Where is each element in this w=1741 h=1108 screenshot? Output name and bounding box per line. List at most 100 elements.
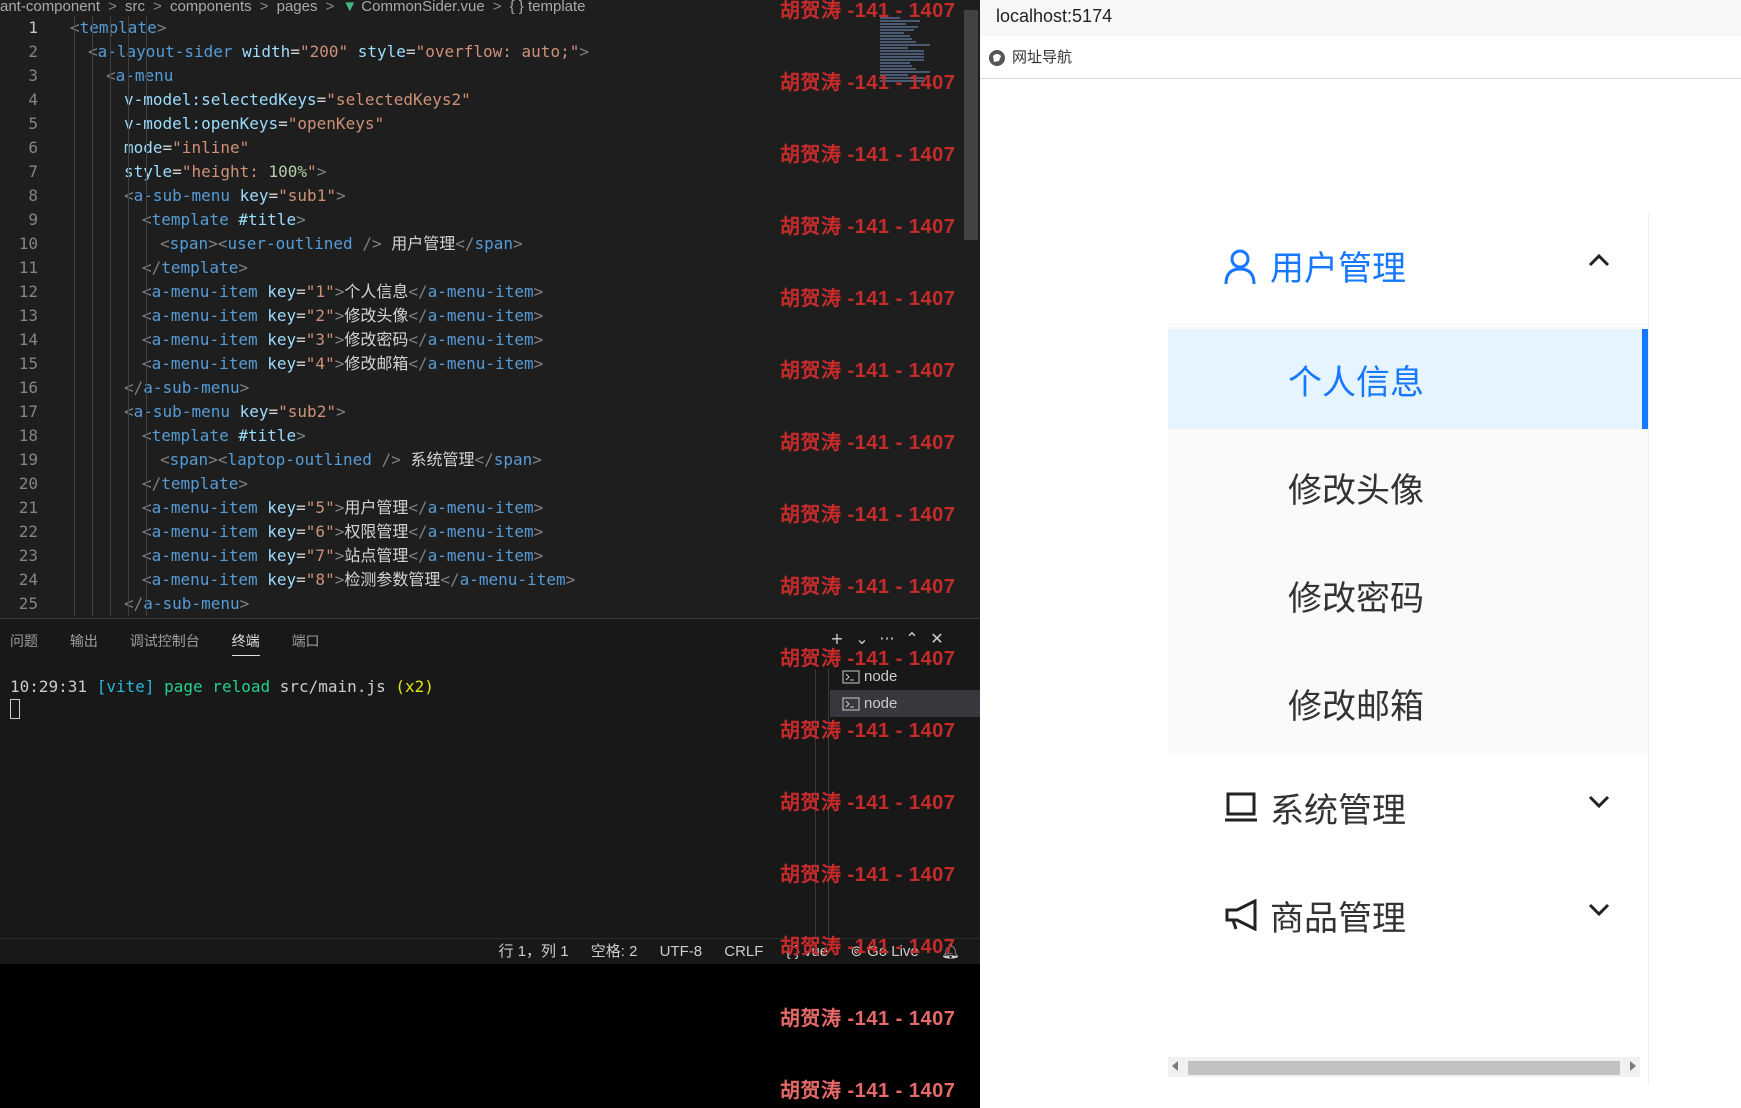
line-number: 6: [28, 138, 38, 157]
chevron-up-icon: [1588, 253, 1610, 267]
encoding[interactable]: UTF-8: [660, 943, 703, 960]
code-text: <a-menu-item key="4">修改邮箱</a-menu-item>: [142, 354, 544, 373]
line-number: 24: [18, 570, 38, 589]
code-text: </template>: [142, 258, 248, 277]
line-number: 15: [18, 354, 38, 373]
terminal-icon: [842, 670, 860, 684]
code-text: <template #title>: [142, 426, 306, 445]
browser-window: localhost:5174 网址导航 用户管理 个人信息 修改头像 修改密码 …: [980, 0, 1741, 1108]
tab-debug-console[interactable]: 调试控制台: [130, 631, 200, 655]
page-content: 用户管理 个人信息 修改头像 修改密码 修改邮箱 系统管理 商品管理: [980, 79, 1741, 1108]
code-text: <a-menu-item key="3">修改密码</a-menu-item>: [142, 330, 544, 349]
indent-guide: [110, 16, 111, 616]
code-text: </template>: [142, 474, 248, 493]
watermark-text: 胡贺涛 -141 - 1407: [780, 0, 956, 22]
bookmark-label: 网址导航: [1012, 49, 1073, 66]
code-text: style="height: 100%">: [124, 162, 327, 181]
line-number: 22: [18, 522, 38, 541]
menu-item-label: 个人信息: [1288, 363, 1424, 403]
line-number: 2: [28, 42, 38, 61]
code-text: <template>: [70, 18, 167, 37]
code-text: <a-menu-item key="8">检测参数管理</a-menu-item…: [142, 570, 576, 589]
line-number: 5: [28, 114, 38, 133]
submenu-user-management[interactable]: 用户管理: [1168, 213, 1648, 323]
terminal-tag: [vite]: [96, 677, 155, 696]
watermark-text: 胡贺涛 -141 - 1407: [780, 792, 956, 814]
submenu-label: 商品管理: [1270, 899, 1406, 939]
breadcrumb-item[interactable]: components: [170, 0, 252, 14]
line-number: 16: [18, 378, 38, 397]
desktop-background: [0, 964, 778, 1108]
code-text: <a-layout-sider width="200" style="overf…: [88, 42, 589, 61]
indent-guide: [128, 16, 129, 616]
breadcrumb-item[interactable]: src: [125, 0, 145, 14]
watermark-text: 胡贺涛 -141 - 1407: [780, 720, 956, 742]
menu-item-change-password[interactable]: 修改密码: [1168, 545, 1648, 645]
menu-item-profile[interactable]: 个人信息: [1168, 329, 1648, 429]
terminal-path: src/main.js: [279, 677, 386, 696]
scroll-left-icon[interactable]: [1172, 1061, 1178, 1071]
watermark-text: 胡贺涛 -141 - 1407: [780, 360, 956, 382]
code-text: v-model:openKeys="openKeys": [124, 114, 385, 133]
watermark-text: 胡贺涛 -141 - 1407: [780, 1080, 956, 1102]
watermark-text: 胡贺涛 -141 - 1407: [780, 576, 956, 598]
address-text[interactable]: localhost:5174: [996, 6, 1112, 27]
line-number: 4: [28, 90, 38, 109]
indentation[interactable]: 空格: 2: [591, 943, 638, 960]
watermark-text: 胡贺涛 -141 - 1407: [780, 864, 956, 886]
tab-output[interactable]: 输出: [70, 631, 98, 655]
code-text: v-model:selectedKeys="selectedKeys2": [124, 90, 471, 109]
line-number: 17: [18, 402, 38, 421]
terminal-list: node node: [830, 663, 980, 717]
vue-file-icon: ▼: [342, 0, 358, 14]
menu-item-label: 修改头像: [1288, 471, 1424, 511]
line-number: 9: [28, 210, 38, 229]
globe-icon: [989, 50, 1005, 67]
line-number: 13: [18, 306, 38, 325]
tab-problems[interactable]: 问题: [10, 631, 38, 655]
terminal-cursor: [10, 699, 20, 719]
menu-item-change-email[interactable]: 修改邮箱: [1168, 653, 1648, 753]
breadcrumb-item[interactable]: ant-component: [0, 0, 100, 14]
scroll-right-icon[interactable]: [1630, 1061, 1636, 1071]
terminal-output[interactable]: 10:29:31 [vite] page reload src/main.js …: [10, 677, 434, 696]
bookmark-item[interactable]: 网址导航: [988, 46, 1072, 67]
line-number: 3: [28, 66, 38, 85]
watermark-text: 胡贺涛 -141 - 1407: [780, 288, 956, 310]
chevron-down-icon: [1588, 903, 1610, 917]
bookmarks-bar: 网址导航: [980, 36, 1741, 79]
scrollbar-thumb[interactable]: [1188, 1061, 1620, 1075]
line-number: 11: [18, 258, 38, 277]
horizontal-scrollbar[interactable]: [1168, 1057, 1640, 1077]
code-text: <a-menu-item key="6">权限管理</a-menu-item>: [142, 522, 544, 541]
breadcrumb: ant-component > src > components > pages > ▼…: [0, 0, 586, 14]
line-number: 12: [18, 282, 38, 301]
breadcrumb-item[interactable]: { } template: [510, 0, 586, 14]
submenu-label: 系统管理: [1270, 791, 1406, 831]
breadcrumb-item[interactable]: pages: [277, 0, 318, 14]
menu-item-change-avatar[interactable]: 修改头像: [1168, 437, 1648, 537]
submenu-system-management[interactable]: 系统管理: [1168, 755, 1648, 865]
watermark-text: 胡贺涛 -141 - 1407: [780, 648, 956, 670]
terminal-item[interactable]: node: [830, 690, 980, 717]
code-text: <a-menu-item key="2">修改头像</a-menu-item>: [142, 306, 544, 325]
line-number: 1: [28, 18, 38, 37]
user-icon: [1224, 249, 1256, 285]
line-number: 7: [28, 162, 38, 181]
tab-terminal[interactable]: 终端: [231, 631, 260, 656]
line-ending[interactable]: CRLF: [724, 943, 763, 960]
address-bar[interactable]: localhost:5174: [980, 0, 1741, 36]
watermark-text: 胡贺涛 -141 - 1407: [780, 1008, 956, 1030]
breadcrumb-item[interactable]: CommonSider.vue: [361, 0, 484, 14]
code-text: </a-sub-menu>: [124, 594, 250, 613]
line-number: 18: [18, 426, 38, 445]
code-text: <template #title>: [142, 210, 306, 229]
editor-scrollbar[interactable]: [964, 10, 978, 240]
submenu-label: 用户管理: [1270, 249, 1406, 289]
terminal-message: page reload: [164, 677, 271, 696]
submenu-goods-management[interactable]: 商品管理: [1168, 863, 1648, 973]
cursor-position[interactable]: 行 1，列 1: [499, 943, 569, 960]
watermark-text: 胡贺涛 -141 - 1407: [780, 936, 956, 958]
tab-ports[interactable]: 端口: [292, 631, 320, 655]
line-number: 21: [18, 498, 38, 517]
